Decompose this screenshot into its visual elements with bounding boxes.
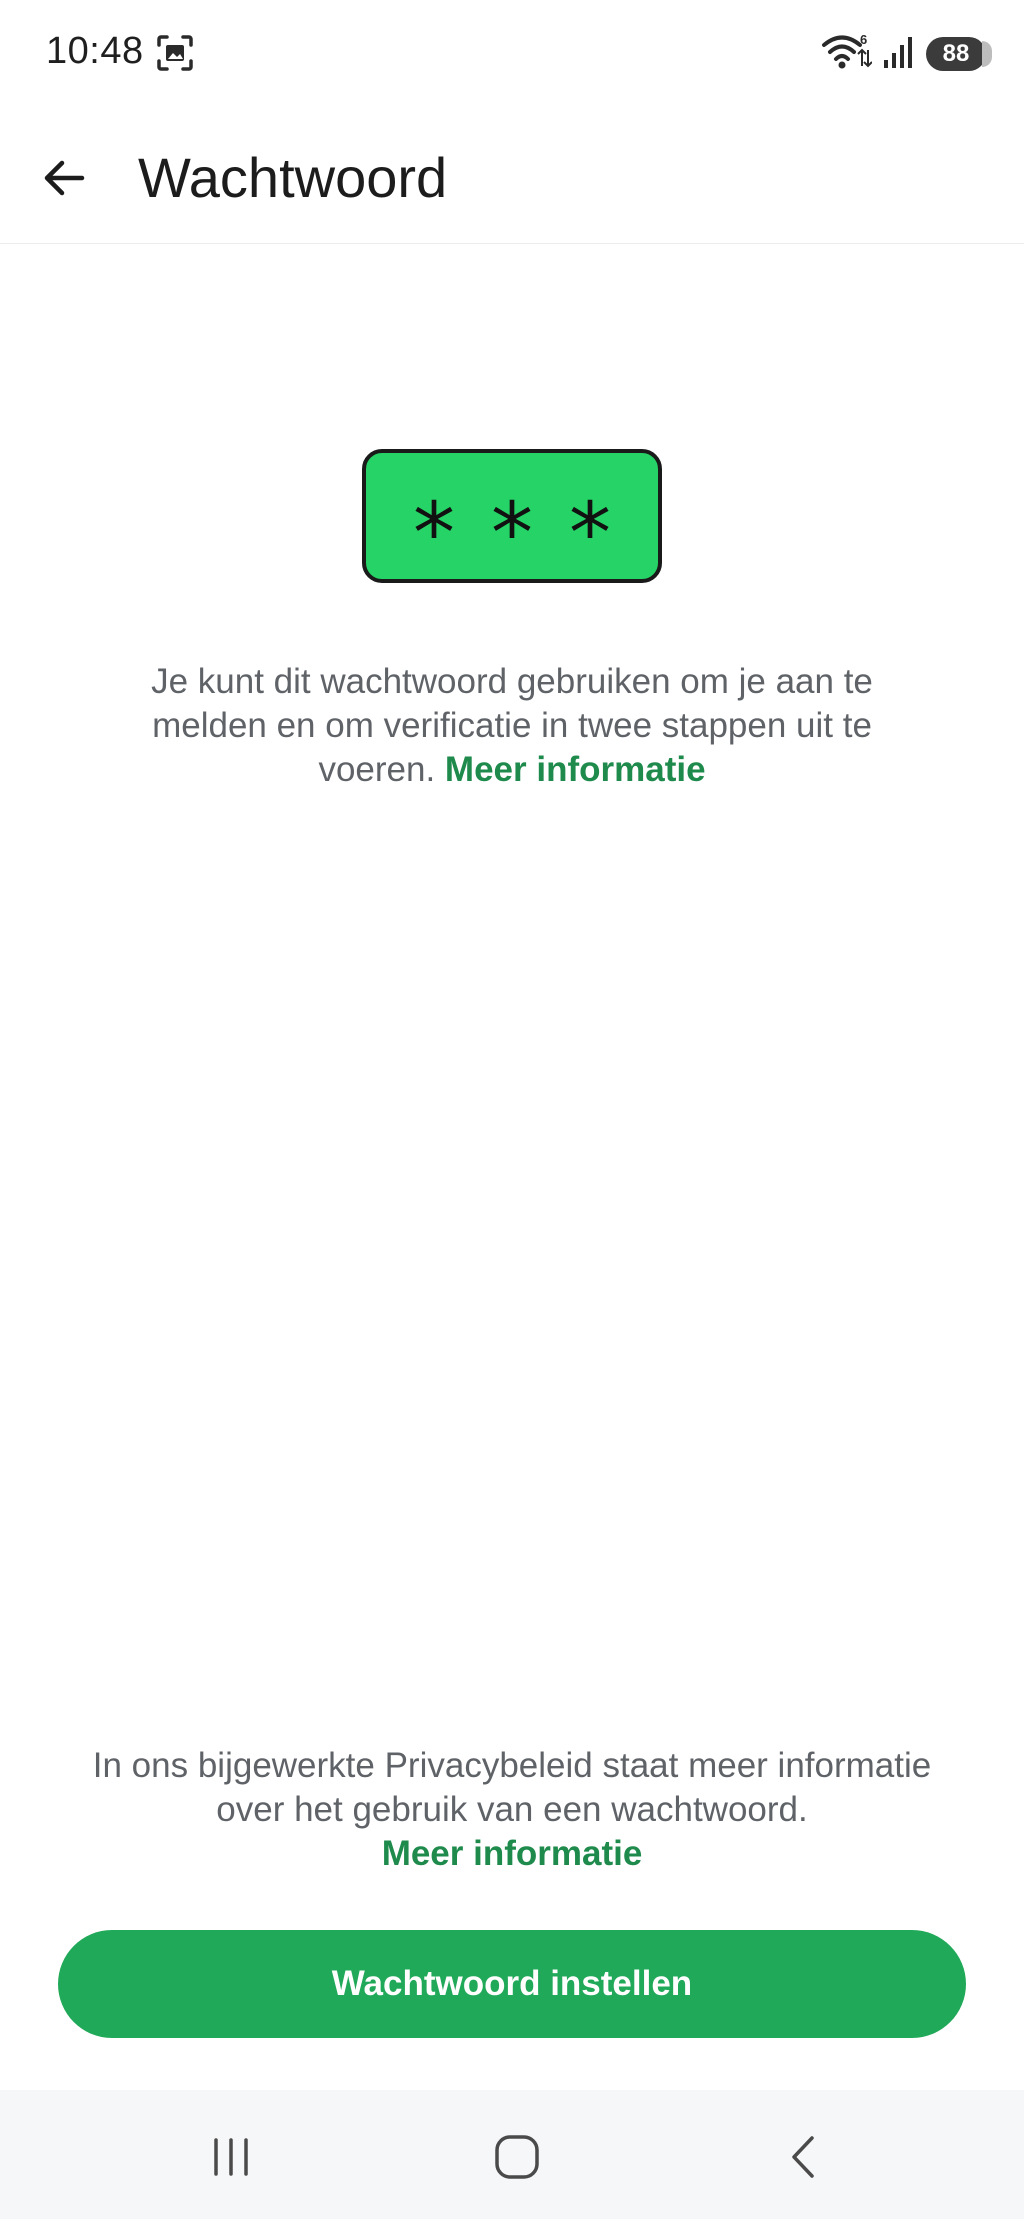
page-title: Wachtwoord <box>138 146 448 209</box>
asterisk-icon: * <box>413 484 455 582</box>
signal-icon <box>882 34 916 75</box>
navigation-bar <box>0 2090 1024 2219</box>
back-nav-icon <box>792 2136 814 2178</box>
system-back-button[interactable] <box>760 2112 850 2202</box>
screen: 10:48 6 88 Wachtwoord * * * Je kunt dit … <box>0 0 1024 2219</box>
set-password-button[interactable]: Wachtwoord instellen <box>58 1930 966 2038</box>
status-icons: 6 88 <box>820 32 992 77</box>
app-bar: Wachtwoord <box>0 108 1024 244</box>
recents-button[interactable] <box>186 2112 276 2202</box>
home-button[interactable] <box>472 2112 562 2202</box>
svg-text:6: 6 <box>860 32 867 47</box>
battery-icon: 88 <box>926 37 992 71</box>
back-button[interactable] <box>24 138 104 218</box>
description-text: Je kunt dit wachtwoord gebruiken om je a… <box>90 660 934 792</box>
asterisk-icon: * <box>491 484 533 582</box>
privacy-body: In ons bijgewerkte Privacybeleid staat m… <box>92 1746 932 1829</box>
screenshot-icon <box>156 34 194 72</box>
recents-icon <box>214 2138 248 2176</box>
learn-more-link[interactable]: Meer informatie <box>445 750 706 789</box>
privacy-learn-more-link[interactable]: Meer informatie <box>382 1834 643 1873</box>
battery-level: 88 <box>942 40 970 67</box>
password-illustration: * * * <box>362 449 662 583</box>
wifi-icon: 6 <box>820 32 873 77</box>
privacy-note: In ons bijgewerkte Privacybeleid staat m… <box>70 1744 954 1876</box>
home-icon <box>495 2135 539 2179</box>
arrow-left-icon <box>44 160 85 196</box>
asterisk-icon: * <box>569 484 611 582</box>
status-time: 10:48 <box>46 30 144 72</box>
status-bar: 10:48 6 88 <box>0 0 1024 108</box>
